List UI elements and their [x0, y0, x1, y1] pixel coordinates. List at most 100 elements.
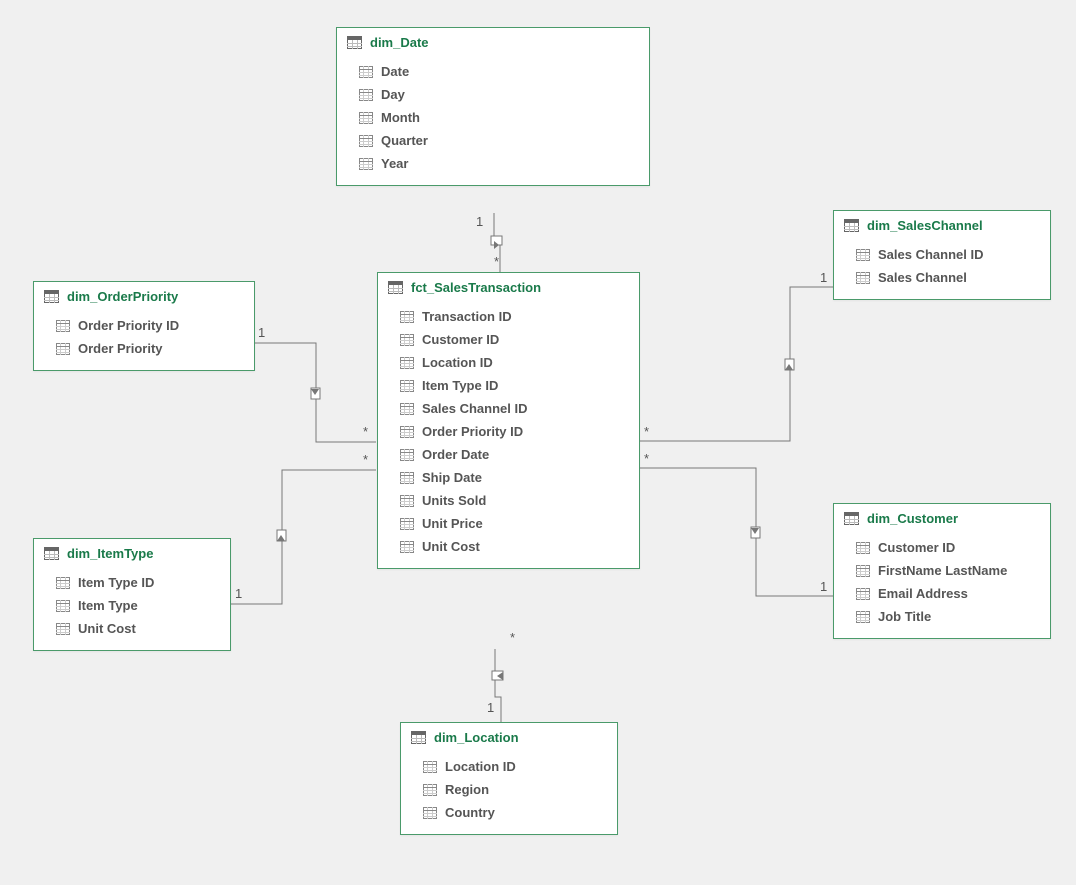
field-row[interactable]: Customer ID [834, 536, 1050, 559]
table-header: fct_SalesTransaction [378, 273, 639, 301]
field-row[interactable]: Units Sold [378, 489, 639, 512]
column-icon [423, 761, 437, 773]
cardinality-one: 1 [476, 214, 483, 229]
field-row[interactable]: Unit Cost [378, 535, 639, 558]
cardinality-one: 1 [820, 270, 827, 285]
field-label: Unit Price [422, 516, 483, 531]
field-label: Sales Channel ID [422, 401, 527, 416]
column-icon [400, 380, 414, 392]
table-dim-customer[interactable]: dim_Customer Customer ID FirstName LastNa… [833, 503, 1051, 639]
field-label: Units Sold [422, 493, 486, 508]
cardinality-many: * [363, 452, 368, 467]
table-icon [347, 36, 362, 49]
column-icon [856, 542, 870, 554]
field-row[interactable]: Job Title [834, 605, 1050, 628]
field-label: Day [381, 87, 405, 102]
field-label: Item Type [78, 598, 138, 613]
field-row[interactable]: Date [337, 60, 649, 83]
field-row[interactable]: Item Type ID [378, 374, 639, 397]
table-fct-sales-transaction[interactable]: fct_SalesTransaction Transaction IDCusto… [377, 272, 640, 569]
table-icon [844, 512, 859, 525]
field-label: FirstName LastName [878, 563, 1007, 578]
field-row[interactable]: Item Type [34, 594, 230, 617]
column-icon [856, 272, 870, 284]
field-row[interactable]: Country [401, 801, 617, 824]
table-title: dim_SalesChannel [867, 218, 983, 233]
table-dim-order-priority[interactable]: dim_OrderPriority Order Priority IDOrder… [33, 281, 255, 371]
column-icon [400, 403, 414, 415]
field-label: Quarter [381, 133, 428, 148]
table-fields: Date Day Month Quarter Year [337, 56, 649, 185]
field-row[interactable]: Unit Cost [34, 617, 230, 640]
field-label: Order Date [422, 447, 489, 462]
column-icon [400, 541, 414, 553]
field-row[interactable]: FirstName LastName [834, 559, 1050, 582]
column-icon [359, 158, 373, 170]
column-icon [400, 495, 414, 507]
column-icon [423, 807, 437, 819]
er-diagram-canvas: { "tables": { "date": { "title":"dim_Dat… [0, 0, 1076, 885]
column-icon [56, 623, 70, 635]
field-row[interactable]: Customer ID [378, 328, 639, 351]
field-row[interactable]: Day [337, 83, 649, 106]
cardinality-one: 1 [258, 325, 265, 340]
field-row[interactable]: Unit Price [378, 512, 639, 535]
column-icon [56, 577, 70, 589]
table-title: fct_SalesTransaction [411, 280, 541, 295]
table-title: dim_OrderPriority [67, 289, 178, 304]
field-label: Unit Cost [422, 539, 480, 554]
column-icon [400, 472, 414, 484]
column-icon [359, 112, 373, 124]
table-header: dim_OrderPriority [34, 282, 254, 310]
field-label: Order Priority ID [422, 424, 523, 439]
table-dim-location[interactable]: dim_Location Location IDRegionCountry [400, 722, 618, 835]
field-row[interactable]: Year [337, 152, 649, 175]
column-icon [423, 784, 437, 796]
column-icon [856, 588, 870, 600]
field-row[interactable]: Location ID [401, 755, 617, 778]
table-header: dim_Date [337, 28, 649, 56]
field-row[interactable]: Order Priority ID [34, 314, 254, 337]
field-label: Job Title [878, 609, 931, 624]
table-icon [44, 547, 59, 560]
table-dim-date[interactable]: dim_Date Date Day Month Quarter Year [336, 27, 650, 186]
field-label: Order Priority [78, 341, 163, 356]
table-header: dim_SalesChannel [834, 211, 1050, 239]
field-row[interactable]: Sales Channel ID [378, 397, 639, 420]
field-label: Item Type ID [422, 378, 498, 393]
field-row[interactable]: Order Priority [34, 337, 254, 360]
field-row[interactable]: Month [337, 106, 649, 129]
cardinality-one: 1 [235, 586, 242, 601]
field-row[interactable]: Ship Date [378, 466, 639, 489]
cardinality-many: * [510, 630, 515, 645]
table-icon [411, 731, 426, 744]
field-row[interactable]: Location ID [378, 351, 639, 374]
field-label: Year [381, 156, 408, 171]
table-icon [388, 281, 403, 294]
field-row[interactable]: Order Date [378, 443, 639, 466]
field-label: Country [445, 805, 495, 820]
field-row[interactable]: Sales Channel ID [834, 243, 1050, 266]
column-icon [400, 449, 414, 461]
field-label: Sales Channel ID [878, 247, 983, 262]
table-dim-item-type[interactable]: dim_ItemType Item Type IDItem TypeUnit C… [33, 538, 231, 651]
field-row[interactable]: Sales Channel [834, 266, 1050, 289]
table-header: dim_Customer [834, 504, 1050, 532]
table-icon [44, 290, 59, 303]
table-fields: Order Priority ID Order Priority [34, 310, 254, 370]
table-dim-sales-channel[interactable]: dim_SalesChannel Sales Channel ID Sales C… [833, 210, 1051, 300]
column-icon [359, 89, 373, 101]
field-row[interactable]: Quarter [337, 129, 649, 152]
column-icon [400, 311, 414, 323]
column-icon [359, 135, 373, 147]
field-row[interactable]: Region [401, 778, 617, 801]
field-row[interactable]: Email Address [834, 582, 1050, 605]
cardinality-one: 1 [820, 579, 827, 594]
field-label: Region [445, 782, 489, 797]
field-row[interactable]: Transaction ID [378, 305, 639, 328]
field-label: Ship Date [422, 470, 482, 485]
field-row[interactable]: Item Type ID [34, 571, 230, 594]
field-row[interactable]: Order Priority ID [378, 420, 639, 443]
column-icon [856, 611, 870, 623]
table-fields: Location ID Region Country [401, 751, 617, 834]
